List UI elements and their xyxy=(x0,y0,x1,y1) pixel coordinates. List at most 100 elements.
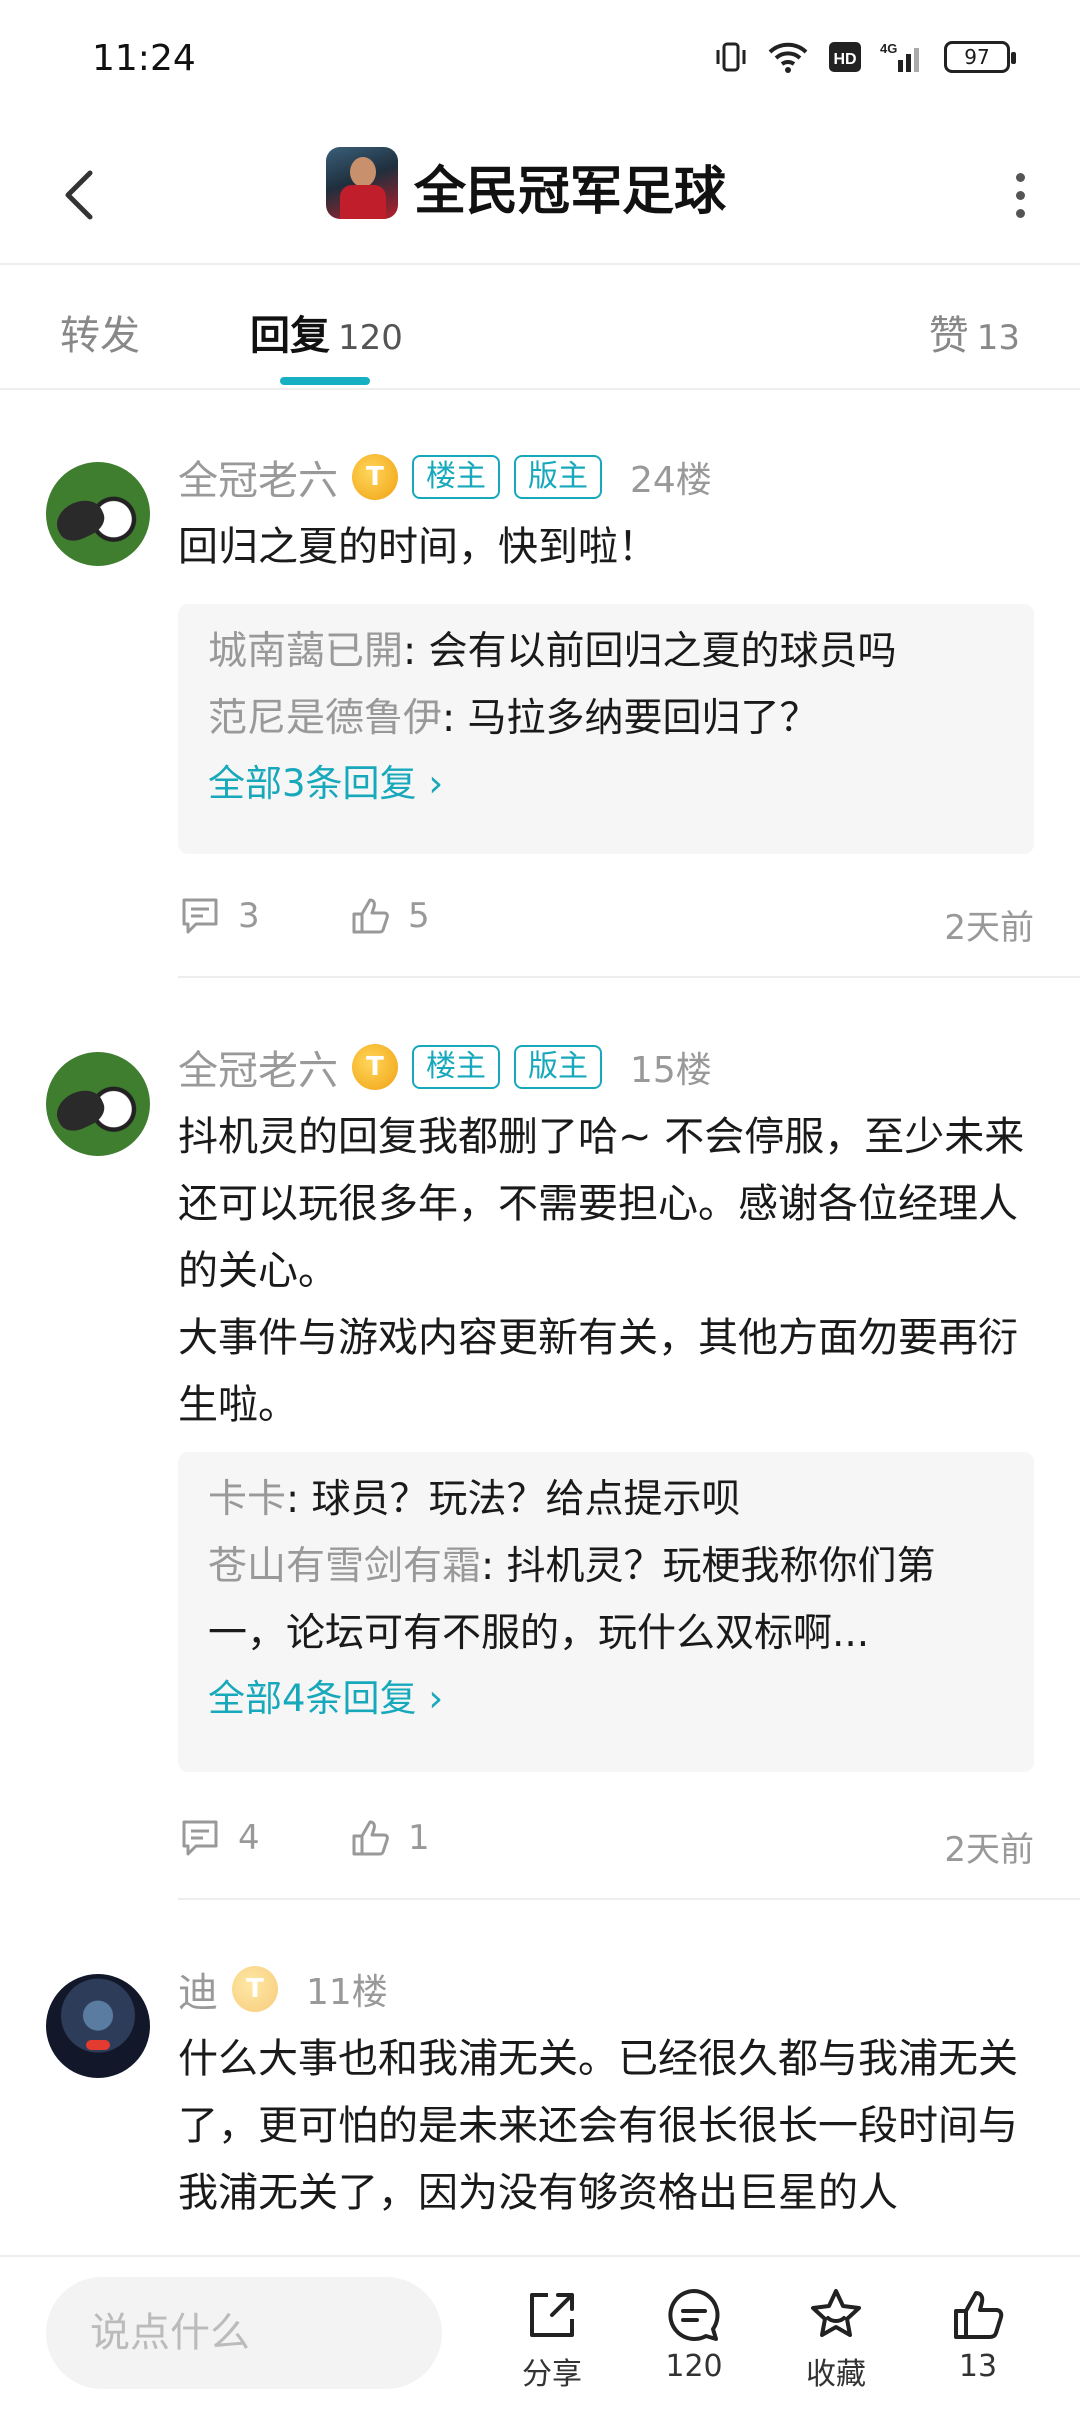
avatar[interactable] xyxy=(46,1052,150,1156)
comment-button[interactable]: 4 xyxy=(178,1816,260,1860)
tag-moderator: 版主 xyxy=(514,455,602,499)
star-icon xyxy=(811,2289,861,2337)
medal-icon: T xyxy=(352,1044,398,1090)
share-icon xyxy=(530,2293,574,2337)
like-count: 5 xyxy=(408,896,430,936)
post-line: 回归之夏的时间，快到啦！ xyxy=(178,524,658,570)
back-icon xyxy=(65,170,93,220)
divider xyxy=(178,1898,1080,1900)
post-actions: 3 5 2天前 xyxy=(178,894,1034,954)
post-header: 迪 T 11楼 xyxy=(178,1960,388,2018)
tab-forward-label: 转发 xyxy=(60,313,140,359)
tab-indicator xyxy=(280,377,370,385)
view-all-replies-link[interactable]: 全部4条回复 › xyxy=(208,1667,1004,1731)
thumb-up-icon xyxy=(352,898,389,934)
post-content[interactable]: 什么大事也和我浦无关。已经很久都与我浦无关了，更可怕的是未来还会有很长很长一段时… xyxy=(178,2026,1028,2244)
share-label: 分享 xyxy=(522,2357,582,2392)
chevron-right-icon: › xyxy=(428,762,444,805)
sub-reply-text: : 会有以前回归之夏的球员吗 xyxy=(403,629,897,674)
medal-icon: T xyxy=(352,454,398,500)
comment-count: 3 xyxy=(238,896,260,936)
tab-reply-count: 120 xyxy=(338,318,403,358)
tab-like-label: 赞 xyxy=(928,313,969,359)
signal-icon: 4G xyxy=(880,41,919,72)
tab-forward[interactable]: 转发 xyxy=(60,303,140,361)
battery-indicator: 97 xyxy=(944,41,1016,73)
post-line: 大事件与游戏内容更新有关，其他方面勿要再衍生啦。 xyxy=(178,1315,1018,1428)
tag-moderator: 版主 xyxy=(514,1045,602,1089)
comment-input[interactable]: 说点什么 xyxy=(46,2277,442,2389)
tab-like-count: 13 xyxy=(976,318,1020,358)
floor-number: 24楼 xyxy=(630,460,712,501)
divider xyxy=(178,976,1080,978)
collect-label: 收藏 xyxy=(806,2357,866,2392)
bottom-bar: 说点什么 分享 120 收藏 13 xyxy=(0,2255,1080,2412)
more-button[interactable] xyxy=(990,155,1050,235)
sub-reply-name: 苍山有雪剑有霜 xyxy=(208,1544,482,1589)
sub-reply-name: 范尼是德鲁伊 xyxy=(208,696,443,741)
share-button[interactable]: 分享 xyxy=(492,2285,612,2393)
floor-number: 15楼 xyxy=(630,1050,712,1091)
status-icons: HD 4G 97 xyxy=(714,40,1016,74)
comment-count: 4 xyxy=(238,1818,260,1858)
sub-reply: 城南藹已開: 会有以前回归之夏的球员吗 xyxy=(208,618,1004,685)
floor-number: 11楼 xyxy=(306,1972,388,2013)
wifi-icon xyxy=(768,42,808,73)
thumb-up-icon xyxy=(352,1820,389,1856)
vibrate-icon xyxy=(716,42,746,72)
collect-button[interactable]: 收藏 xyxy=(776,2285,896,2393)
post-actions: 4 1 2天前 xyxy=(178,1816,1034,1876)
view-all-replies-link[interactable]: 全部3条回复 › xyxy=(208,752,1004,816)
post-line: 什么大事也和我浦无关。已经很久都与我浦无关了，更可怕的是未来还会有很长很长一段时… xyxy=(178,2036,1018,2216)
avatar[interactable] xyxy=(46,462,150,566)
header: 全民冠军足球 xyxy=(0,125,1080,265)
sub-reply-text: : 马拉多纳要回归了？ xyxy=(442,696,819,741)
sub-reply: 苍山有雪剑有霜: 抖机灵？玩梗我称你们第一，论坛可有不服的，玩什么双标啊... xyxy=(208,1533,1004,1667)
thumb-up-icon xyxy=(954,2291,1004,2339)
sub-replies[interactable]: 城南藹已開: 会有以前回归之夏的球员吗 范尼是德鲁伊: 马拉多纳要回归了？ 全部… xyxy=(178,604,1034,854)
post-line: 抖机灵的回复我都删了哈~ 不会停服，至少未来还可以玩很多年，不需要担心。感谢各位… xyxy=(178,1114,1025,1294)
sub-reply: 范尼是德鲁伊: 马拉多纳要回归了？ xyxy=(208,685,1004,752)
hd-icon: HD xyxy=(829,42,861,72)
comment-icon xyxy=(182,1820,218,1856)
comment-bubble-icon xyxy=(668,2289,720,2341)
post-time: 2天前 xyxy=(944,1830,1034,1870)
post-time: 2天前 xyxy=(944,908,1034,948)
tag-owner: 楼主 xyxy=(412,455,500,499)
sub-reply-name: 城南藹已開 xyxy=(208,629,404,674)
page-title: 全民冠军足球 xyxy=(414,162,727,222)
post-content[interactable]: 抖机灵的回复我都删了哈~ 不会停服，至少未来还可以玩很多年，不需要担心。感谢各位… xyxy=(178,1104,1028,1439)
sub-reply: 卡卡: 球员？玩法？给点提示呗 xyxy=(208,1466,1004,1533)
like-count: 1 xyxy=(408,1818,430,1858)
comments-button[interactable]: 120 xyxy=(634,2285,754,2384)
chevron-right-icon: › xyxy=(428,1677,444,1720)
sub-reply-name: 卡卡 xyxy=(208,1477,287,1522)
sub-replies[interactable]: 卡卡: 球员？玩法？给点提示呗 苍山有雪剑有霜: 抖机灵？玩梗我称你们第一，论坛… xyxy=(178,1452,1034,1772)
post-header: 全冠老六 T 楼主 版主 15楼 xyxy=(178,1038,712,1096)
post-content[interactable]: 回归之夏的时间，快到啦！ xyxy=(178,514,1028,581)
username[interactable]: 迪 xyxy=(178,1960,218,2018)
comment-button[interactable]: 3 xyxy=(178,894,260,938)
status-bar: 11:24 HD 4G 97 xyxy=(0,0,1080,125)
tab-bar: 转发 回复 120 赞 13 xyxy=(0,265,1080,390)
tab-reply[interactable]: 回复 120 xyxy=(250,303,403,361)
post-header: 全冠老六 T 楼主 版主 24楼 xyxy=(178,448,712,506)
comment-icon xyxy=(182,898,218,934)
comments-count: 120 xyxy=(665,2349,723,2384)
avatar[interactable] xyxy=(46,1974,150,2078)
forum-app-icon xyxy=(326,147,398,219)
sub-reply-text: : 球员？玩法？给点提示呗 xyxy=(286,1477,741,1522)
tab-reply-label: 回复 xyxy=(250,313,330,359)
username[interactable]: 全冠老六 xyxy=(178,1038,338,1096)
username[interactable]: 全冠老六 xyxy=(178,448,338,506)
svg-text:HD: HD xyxy=(833,51,856,68)
like-post-button[interactable]: 13 xyxy=(918,2285,1038,2384)
more-icon xyxy=(1015,172,1025,182)
status-time: 11:24 xyxy=(92,38,196,79)
tag-owner: 楼主 xyxy=(412,1045,500,1089)
tab-like[interactable]: 赞 13 xyxy=(929,303,1020,361)
like-button[interactable]: 1 xyxy=(348,1816,430,1860)
medal-icon: T xyxy=(232,1966,278,2012)
back-button[interactable] xyxy=(40,155,120,235)
like-button[interactable]: 5 xyxy=(348,894,430,938)
